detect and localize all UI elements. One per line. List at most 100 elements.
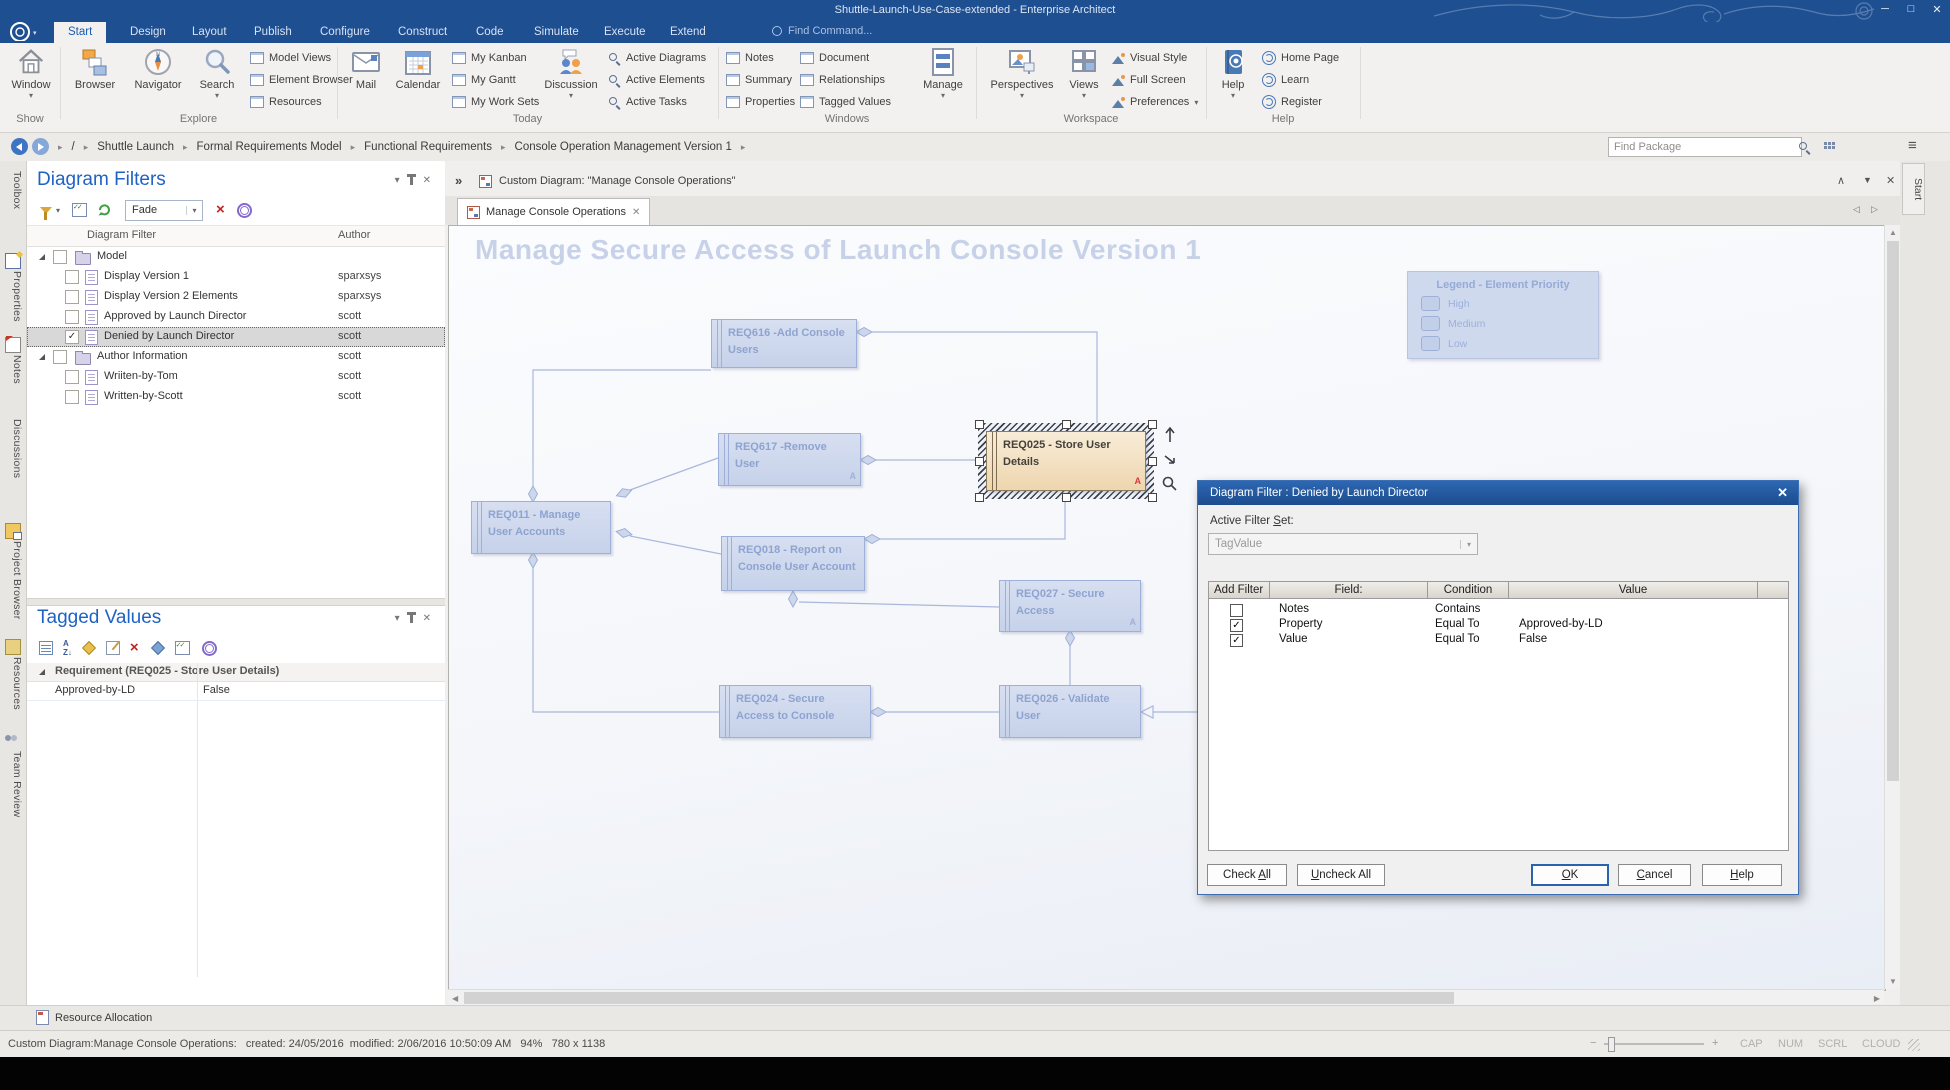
selection-handle[interactable]	[975, 457, 984, 466]
checkbox[interactable]	[53, 350, 67, 364]
panel-close-icon[interactable]: ✕	[423, 613, 431, 624]
filter-row-author-information[interactable]: Author Information scott	[27, 347, 445, 367]
column-field[interactable]: Field:	[1270, 582, 1428, 599]
navigator-button[interactable]: N Navigator	[126, 45, 190, 92]
expander-icon[interactable]	[39, 669, 45, 675]
my-gantt-item[interactable]: My Gantt	[452, 71, 516, 89]
cancel-button[interactable]: Cancel	[1618, 864, 1691, 886]
column-diagram-filter[interactable]: Diagram Filter	[87, 229, 156, 241]
find-package-search-icon[interactable]	[1798, 141, 1811, 154]
node-req617[interactable]: REQ617 -Remove User A	[718, 433, 861, 486]
checkbox[interactable]	[1230, 604, 1243, 617]
expander-icon[interactable]	[39, 354, 45, 360]
tab-close-icon[interactable]: ✕	[632, 207, 640, 218]
zoom-out-icon[interactable]: −	[1590, 1037, 1596, 1049]
sidebar-tab-project-browser[interactable]: Project Browser	[3, 541, 23, 620]
node-req018[interactable]: REQ018 - Report on Console User Account	[721, 536, 865, 591]
selection-handle[interactable]	[1148, 457, 1157, 466]
help-circle-icon[interactable]	[202, 641, 217, 656]
fade-selector[interactable]: Fade▾	[125, 200, 203, 221]
grid-dots-icon[interactable]	[1824, 142, 1835, 149]
breadcrumb-formal-requirements-model[interactable]: Formal Requirements Model	[197, 141, 342, 153]
checkbox-checked[interactable]: ✓	[1230, 619, 1243, 632]
sidebar-tab-notes[interactable]: Notes	[3, 355, 23, 384]
checkbox[interactable]	[65, 370, 79, 384]
new-tag-icon[interactable]	[82, 641, 96, 655]
checkbox[interactable]	[65, 290, 79, 304]
filter-funnel-icon[interactable]	[40, 207, 52, 214]
checkbox[interactable]	[65, 390, 79, 404]
sidebar-tab-toolbox[interactable]: Toolbox	[3, 171, 23, 209]
sidebar-tab-team-review[interactable]: Team Review	[3, 751, 23, 817]
views-button[interactable]: Views▾	[1062, 45, 1106, 100]
model-views-item[interactable]: Model Views	[250, 49, 331, 67]
filter-row-display-version-1[interactable]: Display Version 1 sparxsys	[27, 267, 445, 287]
discussion-button[interactable]: Discussion▾	[540, 45, 602, 100]
tab-configure[interactable]: Configure	[306, 22, 384, 43]
filter-row-notes[interactable]: Notes Contains	[1209, 603, 1788, 618]
delete-filter-icon[interactable]: ×	[216, 203, 225, 217]
panel-splitter[interactable]	[27, 598, 445, 606]
calendar-button[interactable]: Calendar	[390, 45, 446, 92]
filter-row-model[interactable]: Model	[27, 247, 445, 267]
chevrons-icon[interactable]: »	[455, 173, 462, 188]
dialog-close-icon[interactable]: ✕	[1777, 485, 1788, 501]
selection-handle[interactable]	[1062, 493, 1071, 502]
delete-tag-icon[interactable]: ×	[130, 641, 139, 655]
filter-dropdown-arrow[interactable]: ▾	[56, 206, 60, 215]
sort-az-icon[interactable]: AZ↓	[63, 639, 72, 657]
active-elements-item[interactable]: Active Elements	[608, 71, 705, 89]
column-add-filter[interactable]: Add Filter	[1209, 582, 1270, 599]
notes-item[interactable]: Notes	[726, 49, 774, 67]
tab-start[interactable]: Start	[54, 22, 106, 43]
active-tasks-item[interactable]: Active Tasks	[608, 93, 687, 111]
check-all-button[interactable]: Check All	[1207, 864, 1287, 886]
forward-button[interactable]	[32, 138, 49, 155]
active-diagrams-item[interactable]: Active Diagrams	[608, 49, 706, 67]
edit-icon[interactable]	[106, 641, 120, 655]
sidebar-tab-start[interactable]: Start	[1902, 163, 1925, 215]
visual-style-item[interactable]: Visual Style	[1112, 49, 1187, 67]
filter-row-display-version-2[interactable]: Display Version 2 Elements sparxsys	[27, 287, 445, 307]
column-condition[interactable]: Condition	[1428, 582, 1509, 599]
ok-button[interactable]: OK	[1531, 864, 1609, 886]
horizontal-scrollbar[interactable]: ◀ ▶	[448, 989, 1884, 1006]
tab-scroll-left-icon[interactable]: ◁	[1853, 204, 1860, 215]
register-item[interactable]: Register	[1262, 93, 1322, 111]
full-screen-item[interactable]: Full Screen	[1112, 71, 1186, 89]
resource-allocation-tab[interactable]: Resource Allocation	[36, 1010, 152, 1025]
filter-row-value[interactable]: ✓ Value Equal To False	[1209, 633, 1788, 648]
node-req025-selected[interactable]: REQ025 - Store User Details A	[986, 431, 1146, 491]
hamburger-menu-icon[interactable]: ≡	[1908, 137, 1917, 154]
document-item[interactable]: Document	[800, 49, 869, 67]
element-quick-icons[interactable]	[1161, 426, 1179, 496]
tagged-values-group-row[interactable]: Requirement (REQ025 - Store User Details…	[27, 663, 445, 682]
checkbox[interactable]	[65, 270, 79, 284]
collapse-icon[interactable]: ∧	[1837, 174, 1845, 187]
node-req616[interactable]: REQ616 -Add Console Users	[711, 319, 857, 368]
selection-handle[interactable]	[1148, 493, 1157, 502]
filter-row-property[interactable]: ✓ Property Equal To Approved-by-LD	[1209, 618, 1788, 633]
vertical-scrollbar-thumb[interactable]	[1887, 241, 1899, 781]
summary-item[interactable]: Summary	[726, 71, 792, 89]
find-package-input[interactable]	[1608, 137, 1802, 157]
search-button[interactable]: Search▾	[192, 45, 242, 100]
column-author[interactable]: Author	[338, 229, 370, 241]
selection-handle[interactable]	[1062, 420, 1071, 429]
pin-icon[interactable]	[410, 615, 413, 623]
help-button[interactable]: Help▾	[1212, 45, 1254, 100]
tab-extend[interactable]: Extend	[656, 22, 720, 43]
uncheck-all-button[interactable]: Uncheck All	[1297, 864, 1385, 886]
manage-button[interactable]: Manage▾	[916, 45, 970, 100]
checkbox-checked[interactable]: ✓	[1230, 634, 1243, 647]
list-view-icon[interactable]	[39, 641, 53, 655]
pin-icon[interactable]	[410, 177, 413, 185]
minimize-button[interactable]: ─	[1878, 3, 1892, 16]
resize-grip[interactable]	[1908, 1039, 1920, 1051]
zoom-slider-handle[interactable]	[1608, 1037, 1615, 1052]
filter-row-denied-by-launch-director[interactable]: ✓ Denied by Launch Director scott	[27, 327, 445, 347]
help-circle-icon[interactable]	[237, 203, 252, 218]
window-button[interactable]: Window▾	[4, 45, 58, 100]
my-work-sets-item[interactable]: My Work Sets	[452, 93, 539, 111]
filter-row-approved-by-launch-director[interactable]: Approved by Launch Director scott	[27, 307, 445, 327]
